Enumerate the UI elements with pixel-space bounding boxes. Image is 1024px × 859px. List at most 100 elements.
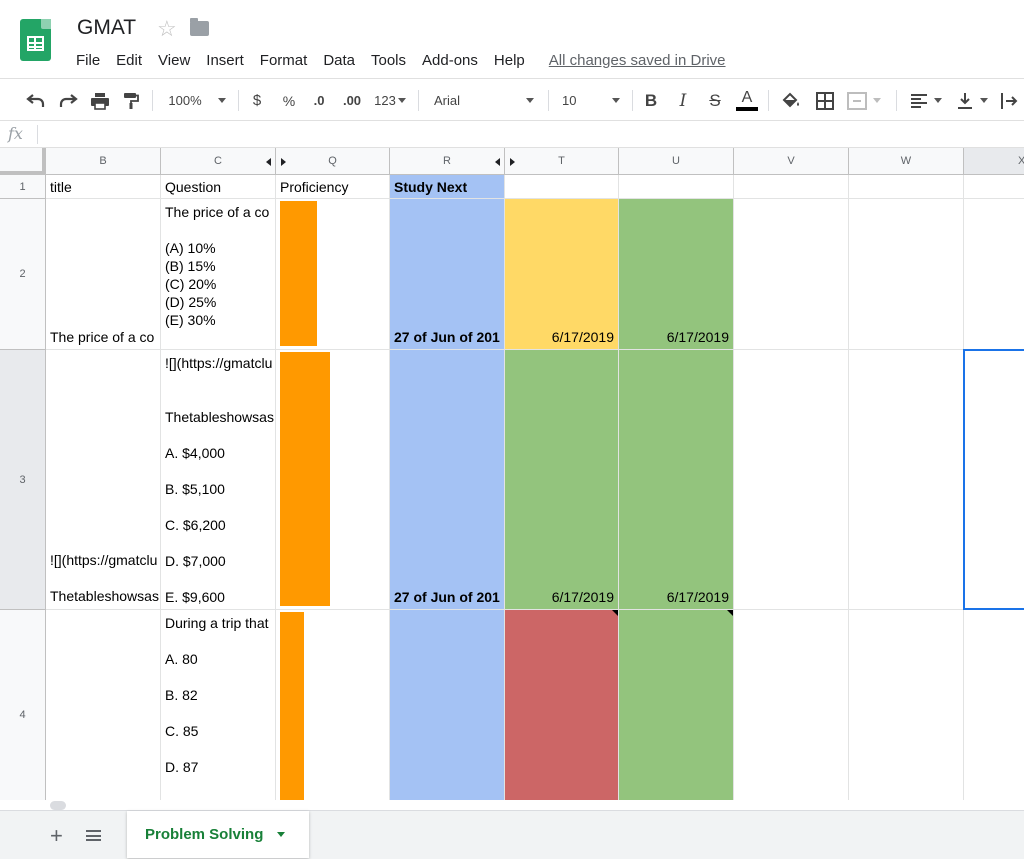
cell-u3[interactable]: 6/17/2019 xyxy=(619,350,734,610)
add-sheet-icon[interactable]: + xyxy=(50,823,63,849)
font-family-select[interactable]: Arial xyxy=(428,79,540,122)
column-header-v[interactable]: V xyxy=(734,148,849,175)
currency-format-button[interactable]: $ xyxy=(246,79,268,122)
row-header-3[interactable]: 3 xyxy=(0,350,46,610)
cell-w2[interactable] xyxy=(849,199,964,350)
comment-indicator-icon[interactable] xyxy=(612,610,618,616)
cell-u1[interactable] xyxy=(619,175,734,199)
cell-v1[interactable] xyxy=(734,175,849,199)
folder-icon[interactable] xyxy=(190,18,209,36)
cell-b3[interactable]: ![](https://gmatclu Thetableshowsas xyxy=(46,350,161,610)
vertical-align-icon[interactable] xyxy=(952,79,992,122)
horizontal-align-icon[interactable] xyxy=(906,79,946,122)
row-header-4[interactable]: 4 xyxy=(0,610,46,800)
select-all-corner[interactable] xyxy=(0,148,46,175)
cell-v4[interactable] xyxy=(734,610,849,800)
column-header-t[interactable]: T xyxy=(505,148,619,175)
hidden-columns-right-arrow-icon[interactable] xyxy=(281,158,286,166)
cell-w1[interactable] xyxy=(849,175,964,199)
row-header-2[interactable]: 2 xyxy=(0,199,46,350)
question-text: The price of a co (A) 10% (B) 15% (C) 20… xyxy=(165,204,270,328)
cell-v3[interactable] xyxy=(734,350,849,610)
column-header-x[interactable]: X xyxy=(964,148,1024,175)
save-status-link[interactable]: All changes saved in Drive xyxy=(549,52,726,69)
menu-edit[interactable]: Edit xyxy=(116,52,142,69)
percent-format-button[interactable]: % xyxy=(278,79,300,122)
cell-w4[interactable] xyxy=(849,610,964,800)
cell-q4[interactable] xyxy=(276,610,390,800)
cell-v2[interactable] xyxy=(734,199,849,350)
menu-format[interactable]: Format xyxy=(260,52,308,69)
text-wrapping-icon[interactable] xyxy=(996,79,1022,122)
fx-icon: fx xyxy=(8,124,23,143)
cell-x4[interactable] xyxy=(964,610,1024,800)
cell-t1[interactable] xyxy=(505,175,619,199)
sheet-tab-problem-solving[interactable]: Problem Solving xyxy=(127,811,309,858)
column-header-c[interactable]: C xyxy=(161,148,276,175)
menu-addons[interactable]: Add-ons xyxy=(422,52,478,69)
strikethrough-button[interactable]: S xyxy=(704,79,726,122)
cell-x2[interactable] xyxy=(964,199,1024,350)
cell-c4[interactable]: During a trip that A. 80 B. 82 C. 85 D. … xyxy=(161,610,276,800)
sheet-menu-caret-icon[interactable] xyxy=(277,832,286,837)
cell-t2[interactable]: 6/17/2019 xyxy=(505,199,619,350)
redo-icon[interactable] xyxy=(56,79,80,122)
hidden-columns-right-arrow-icon[interactable] xyxy=(510,158,515,166)
document-title[interactable]: GMAT xyxy=(77,16,136,40)
cell-b1[interactable]: title xyxy=(46,175,161,199)
menu-help[interactable]: Help xyxy=(494,52,525,69)
cell-x1[interactable] xyxy=(964,175,1024,199)
menu-view[interactable]: View xyxy=(158,52,190,69)
italic-button[interactable]: I xyxy=(672,79,694,122)
sheets-logo-icon[interactable] xyxy=(20,19,51,61)
cell-u4[interactable] xyxy=(619,610,734,800)
bold-button[interactable]: B xyxy=(640,79,662,122)
cell-r4[interactable] xyxy=(390,610,505,800)
cell-q1[interactable]: Proficiency xyxy=(276,175,390,199)
star-icon[interactable]: ☆ xyxy=(157,16,177,42)
comment-indicator-icon[interactable] xyxy=(727,610,733,616)
print-icon[interactable] xyxy=(88,79,112,122)
undo-icon[interactable] xyxy=(24,79,48,122)
hidden-columns-left-arrow-icon[interactable] xyxy=(266,158,271,166)
cell-q2[interactable] xyxy=(276,199,390,350)
column-header-r[interactable]: R xyxy=(390,148,505,175)
cell-r2[interactable]: 27 of Jun of 201 xyxy=(390,199,505,350)
question-text: During a trip that A. 80 B. 82 C. 85 D. … xyxy=(165,615,269,775)
cell-r1[interactable]: Study Next xyxy=(390,175,505,199)
cell-t3[interactable]: 6/17/2019 xyxy=(505,350,619,610)
proficiency-bar xyxy=(280,352,330,606)
column-header-q[interactable]: Q xyxy=(276,148,390,175)
cell-u2[interactable]: 6/17/2019 xyxy=(619,199,734,350)
menu-tools[interactable]: Tools xyxy=(371,52,406,69)
cell-c2[interactable]: The price of a co (A) 10% (B) 15% (C) 20… xyxy=(161,199,276,350)
paint-format-icon[interactable] xyxy=(120,79,142,122)
cell-b2[interactable]: The price of a co xyxy=(46,199,161,350)
menu-file[interactable]: File xyxy=(76,52,100,69)
increase-decimal-button[interactable]: .00 xyxy=(338,79,366,122)
menu-insert[interactable]: Insert xyxy=(206,52,244,69)
cell-c1[interactable]: Question xyxy=(161,175,276,199)
borders-icon[interactable] xyxy=(812,79,838,122)
decrease-decimal-button[interactable]: .0 xyxy=(306,79,332,122)
text-color-button[interactable]: A xyxy=(734,79,760,122)
more-formats-button[interactable]: 123 xyxy=(370,79,410,122)
all-sheets-icon[interactable] xyxy=(86,830,101,841)
font-size-select[interactable]: 10 xyxy=(556,79,626,122)
column-header-w[interactable]: W xyxy=(849,148,964,175)
row-header-1[interactable]: 1 xyxy=(0,175,46,199)
horizontal-scrollbar[interactable] xyxy=(50,801,66,810)
cell-w3[interactable] xyxy=(849,350,964,610)
cell-q3[interactable] xyxy=(276,350,390,610)
merge-cells-icon[interactable] xyxy=(844,79,884,122)
cell-t4[interactable] xyxy=(505,610,619,800)
column-header-u[interactable]: U xyxy=(619,148,734,175)
fill-color-icon[interactable] xyxy=(778,79,804,122)
cell-c3[interactable]: ![](https://gmatclu Thetableshowsas A. $… xyxy=(161,350,276,610)
cell-b4[interactable] xyxy=(46,610,161,800)
hidden-columns-left-arrow-icon[interactable] xyxy=(495,158,500,166)
column-header-b[interactable]: B xyxy=(46,148,161,175)
menu-data[interactable]: Data xyxy=(323,52,355,69)
zoom-select[interactable]: 100% xyxy=(162,79,232,122)
cell-r3[interactable]: 27 of Jun of 201 xyxy=(390,350,505,610)
